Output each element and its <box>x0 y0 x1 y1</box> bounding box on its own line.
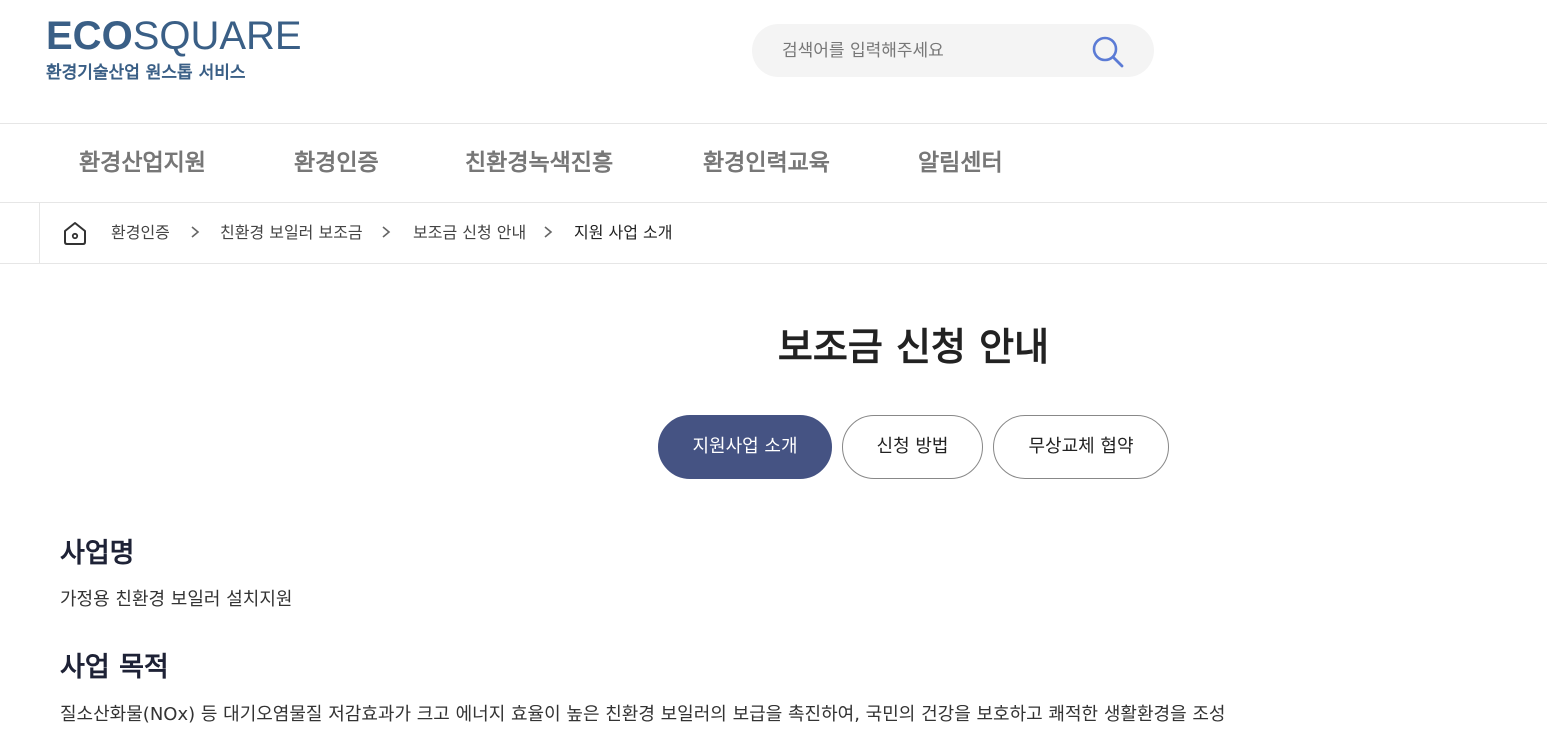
nav-item-certification[interactable]: 환경인증 <box>294 124 379 202</box>
section-text-program-purpose: 질소산화물(NOx) 등 대기오염물질 저감효과가 크고 에너지 효율이 높은 … <box>60 704 1226 725</box>
page-title: 보조금 신청 안내 <box>777 325 1050 369</box>
tab-program-intro[interactable]: 지원사업 소개 <box>658 415 832 479</box>
nav-item-green-promotion[interactable]: 친환경녹색진흥 <box>465 124 613 202</box>
breadcrumb: 환경인증 친환경 보일러 보조금 보조금 신청 안내 지원 사업 소개 <box>0 202 1547 264</box>
search-input[interactable] <box>782 24 1092 77</box>
main-nav: 환경산업지원 환경인증 친환경녹색진흥 환경인력교육 알림센터 <box>0 123 1547 203</box>
nav-item-education[interactable]: 환경인력교육 <box>703 124 830 202</box>
home-button[interactable] <box>60 218 90 248</box>
breadcrumb-item-current: 지원 사업 소개 <box>574 223 673 242</box>
chevron-right-icon <box>544 226 553 238</box>
nav-item-notice-center[interactable]: 알림센터 <box>918 124 1003 202</box>
tab-free-replacement-agreement[interactable]: 무상교체 협약 <box>993 415 1169 479</box>
breadcrumb-divider <box>39 202 40 263</box>
breadcrumb-item-certification[interactable]: 환경인증 <box>111 202 170 263</box>
logo-subtitle: 환경기술산업 원스톱 서비스 <box>46 63 246 83</box>
section-title-program-purpose: 사업 목적 <box>60 652 169 683</box>
site-logo[interactable]: ECOSQUARE 환경기술산업 원스톱 서비스 <box>46 16 302 83</box>
chevron-right-icon <box>382 226 391 238</box>
breadcrumb-item-boiler-subsidy[interactable]: 친환경 보일러 보조금 <box>220 202 363 263</box>
logo-wordmark: ECOSQUARE <box>46 14 302 58</box>
breadcrumb-item-application-guide[interactable]: 보조금 신청 안내 <box>413 202 526 263</box>
search-button[interactable] <box>1090 34 1126 70</box>
search-icon <box>1092 36 1124 68</box>
tab-how-to-apply[interactable]: 신청 방법 <box>842 415 983 479</box>
section-title-program-name: 사업명 <box>60 538 135 569</box>
search-box <box>752 24 1154 77</box>
section-text-program-name: 가정용 친환경 보일러 설치지원 <box>60 589 293 610</box>
nav-item-industry-support[interactable]: 환경산업지원 <box>79 124 206 202</box>
site-header: ECOSQUARE 환경기술산업 원스톱 서비스 <box>0 0 1547 124</box>
chevron-right-icon <box>191 226 200 238</box>
home-icon <box>64 222 86 245</box>
